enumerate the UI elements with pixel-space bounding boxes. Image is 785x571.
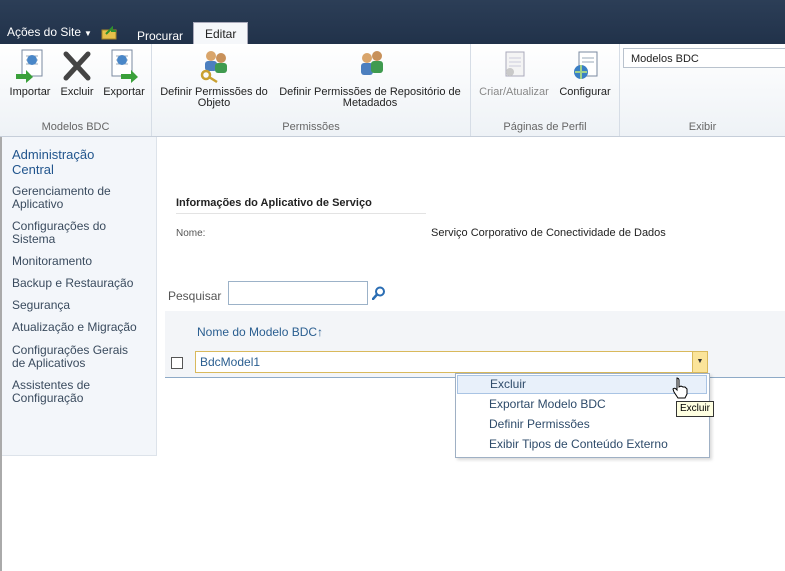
export-icon — [111, 49, 138, 83]
nav-item-atualizacao[interactable]: Atualização e Migração — [12, 321, 142, 334]
set-metadata-store-permissions-button[interactable]: Definir Permissões de Repositório de Met… — [274, 48, 466, 109]
tab-editar[interactable]: Editar — [193, 22, 249, 45]
delete-label: Excluir — [60, 86, 94, 98]
navigate-up-icon[interactable] — [101, 26, 119, 40]
column-header-model-name[interactable]: Nome do Modelo BDC↑ — [197, 325, 323, 339]
export-label: Exportar — [103, 86, 145, 98]
name-label: Nome: — [176, 228, 206, 239]
configure-button[interactable]: Configurar — [555, 48, 615, 98]
ribbon-group-permissoes: Definir Permissões do Objeto Definir Per… — [152, 44, 471, 136]
search-label: Pesquisar — [168, 289, 222, 303]
export-button[interactable]: Exportar — [100, 48, 148, 98]
menu-item-exportar[interactable]: Exportar Modelo BDC — [457, 395, 707, 414]
nav-item-configuracoes-sistema[interactable]: Configurações do Sistema — [12, 220, 142, 246]
table-row[interactable]: BdcModel1 ▼ — [195, 351, 708, 373]
ribbon-group-modelos-bdc: Importar Excluir Exportar Modelos BDC — [0, 44, 152, 136]
menu-item-excluir[interactable]: Excluir — [457, 375, 707, 394]
site-actions-label: Ações do Site — [7, 25, 82, 39]
hand-cursor-icon — [672, 377, 688, 399]
ribbon-group-label: Exibir — [688, 121, 717, 133]
ribbon-group-label: Páginas de Perfil — [503, 121, 587, 133]
nav-item-monitoramento[interactable]: Monitoramento — [12, 255, 142, 268]
configure-globe-icon — [574, 51, 598, 79]
nav-title[interactable]: Administração Central — [12, 147, 132, 177]
nav-item-configuracoes-gerais[interactable]: Configurações Gerais de Aplicativos — [12, 344, 142, 370]
name-value: Serviço Corporativo de Conectividade de … — [431, 227, 666, 239]
row-menu-chevron-icon[interactable]: ▼ — [692, 352, 707, 372]
create-update-label: Criar/Atualizar — [479, 86, 549, 98]
nav-item-backup[interactable]: Backup e Restauração — [12, 277, 142, 290]
nav-item-seguranca[interactable]: Segurança — [12, 299, 142, 312]
ribbon-group-label: Modelos BDC — [41, 121, 110, 133]
window-edge — [0, 137, 2, 571]
import-icon — [16, 49, 43, 83]
row-checkbox[interactable] — [171, 357, 183, 369]
top-bar: Ações do Site ▼ Procurar Editar — [0, 0, 785, 45]
menu-item-exibir-tipos[interactable]: Exibir Tipos de Conteúdo Externo — [457, 435, 707, 454]
view-select[interactable]: Modelos BDC — [623, 48, 785, 68]
search-icon[interactable] — [372, 286, 386, 300]
delete-x-icon — [63, 51, 91, 81]
configure-label: Configurar — [559, 86, 611, 98]
model-name-link[interactable]: BdcModel1 — [200, 355, 260, 369]
ribbon-group-label: Permissões — [282, 121, 340, 133]
tooltip: Excluir — [676, 401, 715, 417]
create-update-button[interactable]: Criar/Atualizar — [475, 48, 553, 98]
ribbon-group-paginas-de-perfil: Criar/Atualizar Configurar Páginas de Pe… — [471, 44, 620, 136]
delete-button[interactable]: Excluir — [58, 48, 96, 98]
divider — [176, 213, 426, 214]
chevron-down-icon: ▼ — [84, 29, 92, 38]
nav-item-gerenciamento[interactable]: Gerenciamento de Aplicativo — [12, 185, 142, 211]
left-navigation: Administração Central Gerenciamento de A… — [0, 137, 157, 456]
set-object-permissions-label: Definir Permissões do Objeto — [160, 86, 268, 109]
search-input[interactable] — [228, 281, 368, 305]
info-heading: Informações do Aplicativo de Serviço — [176, 197, 372, 209]
site-actions-menu[interactable]: Ações do Site ▼ — [7, 25, 92, 39]
import-label: Importar — [9, 86, 51, 98]
set-object-permissions-button[interactable]: Definir Permissões do Objeto — [156, 48, 272, 109]
import-button[interactable]: Importar — [6, 48, 54, 98]
users-key-icon — [200, 51, 227, 84]
users-icon — [361, 51, 383, 75]
ribbon: Importar Excluir Exportar Modelos BDC De… — [0, 44, 785, 137]
nav-item-assistentes[interactable]: Assistentes de Configuração — [12, 379, 142, 405]
profile-page-icon — [505, 51, 525, 77]
menu-item-definir-permissoes[interactable]: Definir Permissões — [457, 415, 707, 434]
set-metadata-store-permissions-label: Definir Permissões de Repositório de Met… — [279, 86, 461, 109]
